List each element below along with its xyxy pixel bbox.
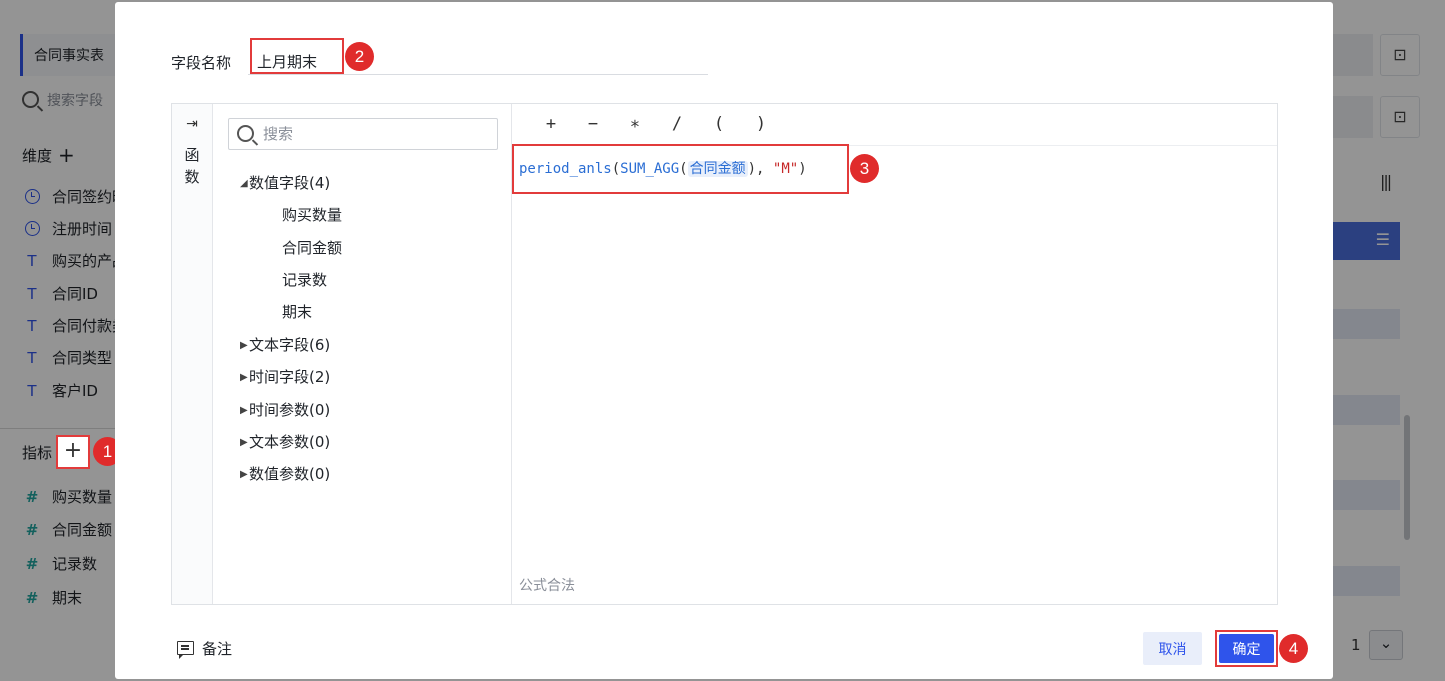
formula-field-token[interactable]: 合同金额	[687, 161, 748, 177]
caret-right-icon: ▶	[240, 437, 248, 448]
tree-leaf[interactable]: 合同金额	[282, 237, 342, 258]
tree-group-numeric-params[interactable]: ▶数值参数(0)	[240, 463, 330, 484]
tree-group-time[interactable]: ▶时间字段(2)	[240, 366, 330, 387]
tree-leaf[interactable]: 记录数	[282, 269, 327, 290]
caret-right-icon: ▶	[240, 469, 248, 480]
tree-leaf[interactable]: 购买数量	[282, 204, 342, 225]
formula-expression[interactable]: period_anls(SUM_AGG(合同金额), "M")	[519, 158, 807, 178]
calculated-field-dialog: 字段名称 上月期末 2 ⇥ 函数 ◢数值字段(4) 购买数量 合同金额 记录数 …	[115, 2, 1333, 679]
note-button[interactable]: 备注	[177, 638, 232, 659]
op-lparen-button[interactable]: (	[705, 114, 733, 134]
tree-group-text-params[interactable]: ▶文本参数(0)	[240, 431, 330, 452]
caret-right-icon: ▶	[240, 340, 248, 351]
comment-icon	[177, 641, 194, 659]
tree-search-input[interactable]	[263, 123, 488, 145]
tree-leaf[interactable]: 期末	[282, 301, 312, 322]
field-tree-panel: ◢数值字段(4) 购买数量 合同金额 记录数 期末 ▶文本字段(6) ▶时间字段…	[214, 104, 512, 604]
tree-group-time-params[interactable]: ▶时间参数(0)	[240, 399, 330, 420]
field-name-value[interactable]: 上月期末	[250, 38, 344, 74]
note-label: 备注	[202, 640, 233, 658]
tree-group-numeric[interactable]: ◢数值字段(4)	[240, 172, 330, 193]
ok-button[interactable]: 确定	[1219, 634, 1274, 663]
callout-badge-2: 2	[345, 42, 374, 71]
caret-down-icon: ◢	[240, 178, 248, 189]
cancel-button[interactable]: 取消	[1143, 632, 1202, 665]
caret-right-icon: ▶	[240, 405, 248, 416]
expand-panel-icon[interactable]: ⇥	[172, 116, 212, 132]
op-minus-button[interactable]: −	[579, 114, 607, 134]
formula-status: 公式合法	[519, 578, 575, 594]
functions-tab-label: 函数	[184, 146, 200, 186]
field-name-input[interactable]: 上月期末	[248, 38, 708, 75]
op-multiply-button[interactable]: ∗	[621, 114, 649, 134]
formula-editor: ⇥ 函数 ◢数值字段(4) 购买数量 合同金额 记录数 期末 ▶文本字段(6) …	[171, 103, 1278, 605]
formula-aggregate: SUM_AGG	[620, 161, 680, 177]
op-plus-button[interactable]: +	[537, 114, 565, 134]
formula-string-arg: "M"	[772, 161, 799, 177]
functions-tab[interactable]: ⇥ 函数	[172, 104, 213, 604]
caret-right-icon: ▶	[240, 372, 248, 383]
add-metric-button[interactable]: +	[56, 435, 90, 469]
callout-badge-4: 4	[1279, 634, 1308, 663]
operator-toolbar: + − ∗ / ( )	[513, 104, 1277, 146]
search-icon	[237, 125, 254, 142]
ok-button-highlight: 确定	[1215, 630, 1278, 667]
op-divide-button[interactable]: /	[663, 114, 691, 134]
tree-search-box[interactable]	[228, 118, 498, 150]
formula-function: period_anls	[519, 161, 612, 177]
formula-input[interactable]: period_anls(SUM_AGG(合同金额), "M")	[512, 144, 849, 194]
field-name-label: 字段名称	[171, 54, 232, 72]
callout-badge-3: 3	[850, 154, 879, 183]
formula-panel: + − ∗ / ( ) period_anls(SUM_AGG(合同金额), "…	[512, 104, 1277, 604]
tree-group-text[interactable]: ▶文本字段(6)	[240, 334, 330, 355]
op-rparen-button[interactable]: )	[747, 114, 775, 134]
